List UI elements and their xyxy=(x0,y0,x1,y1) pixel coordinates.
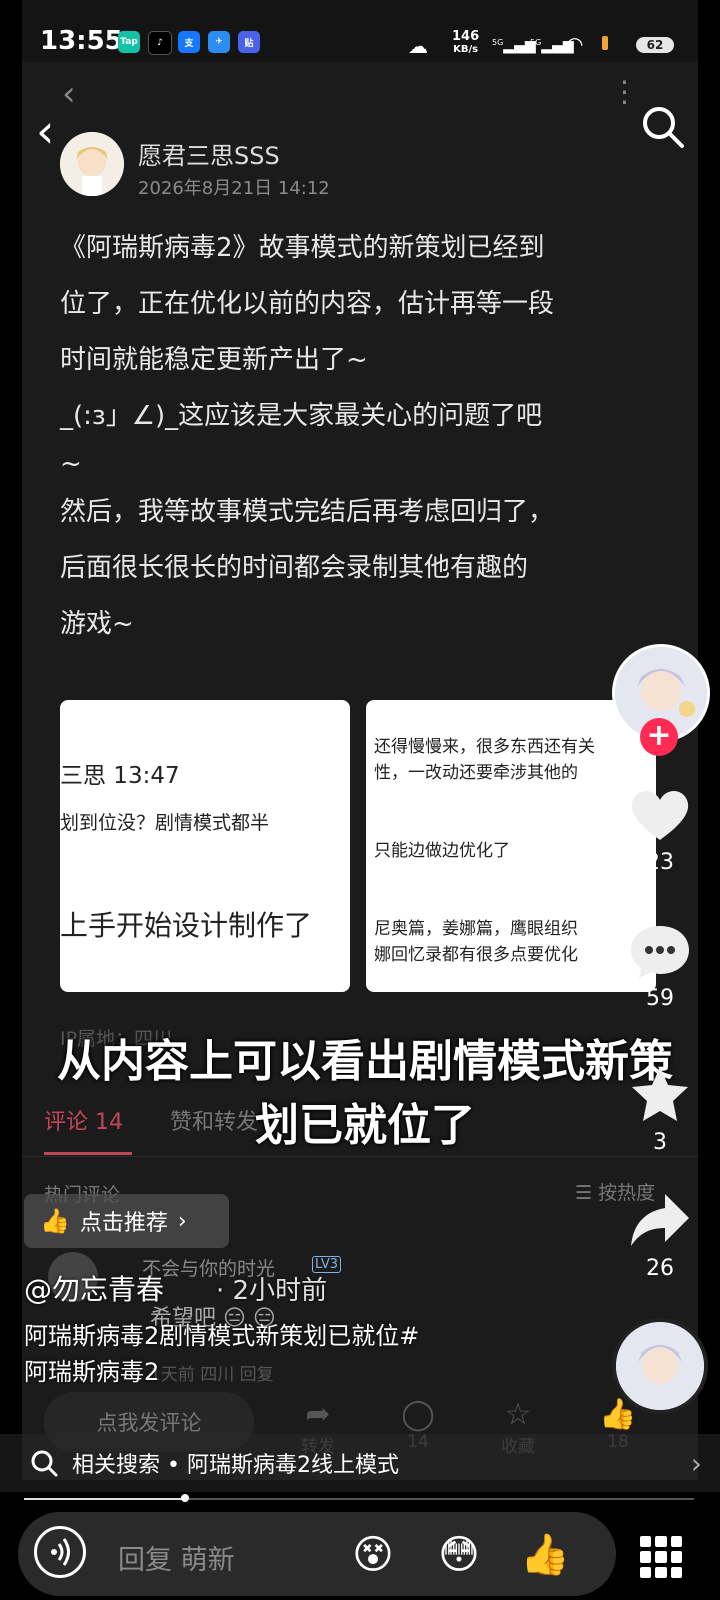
signal-2-label: 5G xyxy=(530,38,542,47)
star-icon xyxy=(632,1067,688,1121)
net-speed-unit: KB/s xyxy=(453,44,479,55)
like-count: 23 xyxy=(646,850,674,875)
post-text-line: 位了，正在优化以前的内容，估计再等一段 xyxy=(60,289,555,319)
alipay-app-icon: 支 xyxy=(178,31,200,53)
more-grid-icon[interactable] xyxy=(640,1536,682,1578)
favorite-button[interactable]: 3 xyxy=(618,1064,702,1155)
post-text-line: 《阿瑞斯病毒2》故事模式的新策划已经到 xyxy=(60,233,545,263)
follow-button[interactable]: + xyxy=(640,718,678,756)
related-search-bar[interactable]: 相关搜索 • 阿瑞斯病毒2线上模式 › xyxy=(0,1434,720,1492)
description-line: 阿瑞斯病毒2剧情模式新策划已就位# xyxy=(24,1322,420,1350)
chevron-right-icon: › xyxy=(177,1208,187,1234)
share-count: 26 xyxy=(646,1256,674,1281)
video-caption-overlay: 从内容上可以看出剧情模式新策 划已就位了 xyxy=(30,1030,700,1158)
back-button[interactable]: ‹ xyxy=(36,104,54,158)
chat-line: 尼奥篇，姜娜篇，鹰眼组织 xyxy=(374,919,578,939)
chat-line: 性，一改动还要牵涉其他的 xyxy=(374,763,578,783)
comment-icon: ◯ xyxy=(401,1397,435,1432)
post-text-line: 游戏~ xyxy=(60,609,134,639)
chat-screenshot-right: 还得慢慢来，很多东西还有关 性，一改动还要牵涉其他的 只能边做边优化了 尼奥篇，… xyxy=(366,700,656,992)
chat-line: 划到位没？剧情模式都半 xyxy=(60,812,270,834)
post-time: · 2小时前 xyxy=(216,1276,328,1306)
post-body-text: 《阿瑞斯病毒2》故事模式的新策划已经到 位了，正在优化以前的内容，估计再等一段 … xyxy=(60,220,660,652)
thumbs-up-icon: 👍 xyxy=(40,1207,70,1235)
voice-icon[interactable] xyxy=(34,1526,86,1578)
plane-app-icon: ✈ xyxy=(208,31,230,53)
caption-line: 从内容上可以看出剧情模式新策 xyxy=(57,1036,673,1087)
tiktok-app-icon: ♪ xyxy=(148,31,172,55)
status-time: 13:55 xyxy=(40,26,123,56)
chat-screenshot-left: 三思 13:47 划到位没？剧情模式都半 上手开始设计制作了 xyxy=(60,700,350,992)
tieba-app-icon: 贴 xyxy=(238,31,260,53)
inner-more-icon: · · · xyxy=(620,66,629,119)
charging-indicator xyxy=(602,36,608,50)
progress-fill xyxy=(24,1498,185,1500)
account-name[interactable]: @勿忘青春 xyxy=(24,1268,164,1308)
dizzy-emoji-button[interactable]: 😵 xyxy=(346,1528,400,1582)
post-text-line: 时间就能稳定更新产出了~ xyxy=(60,345,368,375)
search-icon[interactable] xyxy=(640,104,686,154)
related-search-text: 相关搜索 • 阿瑞斯病毒2线上模式 xyxy=(72,1453,399,1478)
net-speed-value: 146 xyxy=(452,29,480,44)
star-icon: ☆ xyxy=(504,1397,532,1432)
signal-1-label: 5G xyxy=(492,38,504,47)
comment-bubble-icon xyxy=(631,926,689,978)
reply-placeholder: 回复 萌新 xyxy=(118,1545,235,1576)
caption-line: 划已就位了 xyxy=(255,1100,475,1151)
cloud-icon: ☁ xyxy=(408,34,428,58)
battery-indicator: 62 xyxy=(636,37,674,53)
post-text-line: _(:з」∠)_这应该是大家最关心的问题了吧 xyxy=(60,401,543,431)
recommend-label: 点击推荐 xyxy=(79,1211,168,1236)
music-disc[interactable] xyxy=(612,1318,708,1414)
share-arrow-icon xyxy=(631,1194,689,1246)
recommend-button[interactable]: 👍 点击推荐 › xyxy=(24,1194,229,1248)
heart-icon xyxy=(631,791,689,840)
chat-line: 还得慢慢来，很多东西还有关 xyxy=(374,737,595,757)
chevron-right-icon: › xyxy=(690,1446,702,1480)
post-author-name: 愿君三思SSS xyxy=(138,142,280,170)
taptap-app-icon: Tap xyxy=(118,31,140,53)
wifi-icon: ◠ xyxy=(566,32,584,56)
video-description: 阿瑞斯病毒2剧情模式新策划已就位# 阿瑞斯病毒2 xyxy=(24,1318,584,1390)
post-date: 2026年8月21日 14:12 xyxy=(138,178,330,199)
inner-back-icon: ‹ xyxy=(62,74,76,114)
post-text-line: 然后，我等故事模式完结后再考虑回归了， xyxy=(60,497,555,527)
comment-count: 59 xyxy=(646,986,674,1011)
share-button[interactable]: 26 xyxy=(618,1190,702,1281)
description-line: 阿瑞斯病毒2 xyxy=(24,1358,160,1386)
post-text-line: 后面很长很长的时间都会录制其他有趣的 xyxy=(60,553,529,583)
network-speed: 146 KB/s xyxy=(452,30,479,56)
thumbs-up-emoji-button[interactable]: 👍 xyxy=(518,1528,572,1582)
favorite-count: 3 xyxy=(653,1130,667,1155)
chat-line: 只能边做边优化了 xyxy=(374,841,510,861)
chat-line: 上手开始设计制作了 xyxy=(60,909,313,942)
share-icon: ➦ xyxy=(305,1397,331,1432)
author-avatar xyxy=(60,132,124,196)
comment-button[interactable]: 59 xyxy=(618,922,702,1011)
chat-line: 娜回忆录都有很多点要优化 xyxy=(374,945,578,965)
like-button[interactable]: 23 xyxy=(618,784,702,875)
status-bar: 13:55 Tap ♪ 支 ✈ 贴 ☁ 146 KB/s 5G▂▄▆ 5G▂▄▆… xyxy=(0,0,720,88)
post-text-line: ~ xyxy=(60,449,82,479)
progress-handle[interactable] xyxy=(180,1494,189,1502)
search-icon xyxy=(31,1450,58,1477)
flushed-emoji-button[interactable]: 😳 xyxy=(432,1528,486,1582)
chat-line: 三思 13:47 xyxy=(60,763,180,789)
